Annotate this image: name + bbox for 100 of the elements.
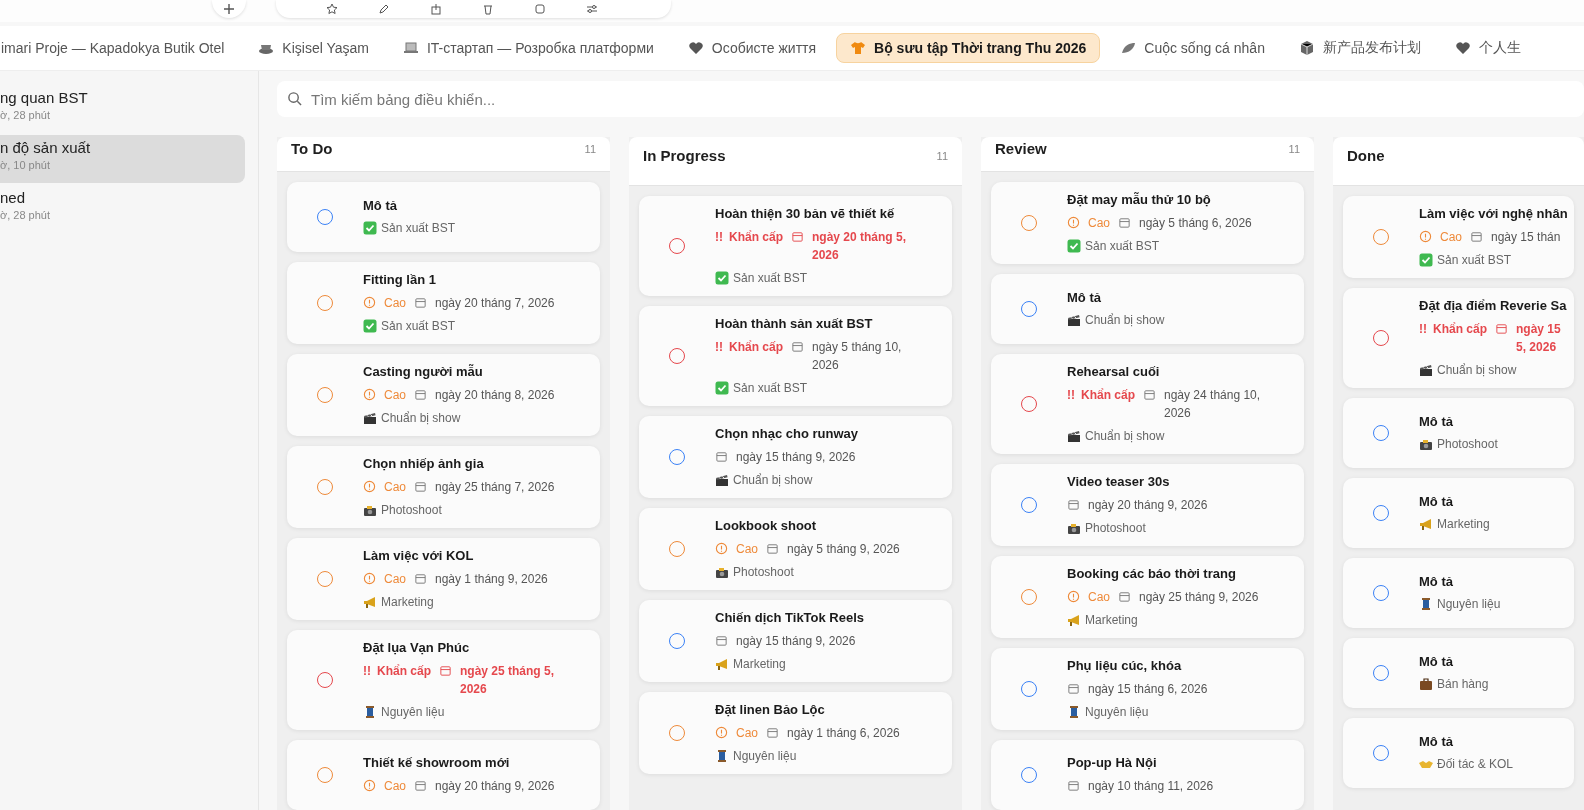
priority-label: Cao [1088, 215, 1110, 232]
task-card[interactable]: Chọn nhạc cho runway ngày 15 tháng 9, 2026 Chuẩn bị show [639, 416, 952, 498]
sliders-icon[interactable] [586, 3, 598, 15]
heart-icon [687, 40, 704, 56]
box-icon [1298, 40, 1315, 56]
column-title: Review [995, 139, 1047, 157]
task-title: Mô tả [1067, 290, 1102, 306]
square-icon[interactable] [534, 3, 546, 15]
priority-icon [363, 572, 376, 585]
check-icon [715, 381, 729, 395]
camera-icon [363, 503, 377, 517]
priority-label: Cao [384, 778, 406, 795]
task-card[interactable]: Mô tả Marketing [1343, 478, 1574, 548]
category-label: Photoshoot [1085, 520, 1146, 536]
task-card[interactable]: Casting người mẫu Cao ngày 20 tháng 8, 2026 Chuẩn bị show [287, 354, 600, 436]
task-card[interactable]: Làm việc với nghệ nhân Cao ngày 15 thán Sản xuất BST [1343, 196, 1574, 278]
due-date: ngày 15 thán [1491, 229, 1561, 246]
task-card[interactable]: Mô tả Bán hàng [1343, 638, 1574, 708]
sidebar-item[interactable]: n độ sản xuất ờ, 10 phút [0, 135, 245, 183]
task-card[interactable]: Mô tả Sản xuất BST [287, 182, 600, 252]
due-date: ngày 20 tháng 7, 2026 [435, 295, 555, 312]
pen-icon[interactable] [378, 3, 390, 15]
priority-label: Khẩn cấp [377, 663, 431, 680]
export-icon[interactable] [430, 3, 442, 15]
task-card[interactable]: Booking các báo thời trang Cao ngày 25 tháng 9, 2026 Marketing [991, 556, 1304, 638]
task-title: Đặt may mẫu thử 10 bộ [1067, 192, 1212, 208]
task-card[interactable]: Lookbook shoot Cao ngày 5 tháng 9, 2026 Photoshoot [639, 508, 952, 590]
calendar-icon [1118, 216, 1131, 229]
category-label: Sản xuất BST [733, 270, 808, 286]
priority-label: Cao [384, 295, 406, 312]
clapperboard-icon [363, 411, 377, 425]
task-card[interactable]: Chiến dịch TikTok Reels ngày 15 tháng 9, 2026 Marketing [639, 600, 952, 682]
task-card[interactable]: Mô tả Nguyên liệu [1343, 558, 1574, 628]
due-date: ngày 24 tháng 10, 2026 [1164, 387, 1262, 422]
tab[interactable]: 新产品发布计划 [1284, 32, 1435, 64]
task-card[interactable]: Mô tả Chuẩn bị show [991, 274, 1304, 344]
task-card[interactable]: Hoàn thiện 30 bản vẽ thiết kế !! Khẩn cấp ngày 20 tháng 5, 2026 Sản xuất BST [639, 196, 952, 296]
task-card[interactable]: Đặt may mẫu thử 10 bộ Cao ngày 5 tháng 6, 2026 Sản xuất BST [991, 182, 1304, 264]
category-label: Nguyên liệu [733, 748, 797, 764]
priority-label: Cao [384, 387, 406, 404]
task-title: Phụ liệu cúc, khóa [1067, 658, 1183, 674]
calendar-icon [766, 542, 779, 555]
clapperboard-icon [1419, 363, 1433, 377]
star-icon[interactable] [326, 3, 338, 15]
check-icon [1419, 253, 1433, 267]
category-label: Photoshoot [1437, 436, 1498, 452]
task-card[interactable]: Hoàn thành sản xuất BST !! Khẩn cấp ngày 5 tháng 10, 2026 Sản xuất BST [639, 306, 952, 406]
briefcase-icon [1419, 677, 1433, 691]
tab[interactable]: Особисте життя [673, 33, 831, 63]
task-card[interactable]: Đặt lụa Vạn Phúc !! Khẩn cấp ngày 25 tháng 5, 2026 Nguyên liệu [287, 630, 600, 730]
spool-icon [363, 705, 377, 719]
sidebar-item[interactable]: ned ờ, 28 phút [0, 185, 245, 233]
due-date: ngày 10 tháng 11, 2026 [1088, 778, 1214, 795]
column-title: Done [1347, 146, 1385, 164]
category-label: Marketing [1085, 612, 1138, 628]
task-title: Fitting lần 1 [363, 272, 437, 288]
category-label: Nguyên liệu [381, 704, 445, 720]
tab[interactable]: Bộ sưu tập Thời trang Thu 2026 [836, 33, 1101, 63]
calendar-icon [439, 664, 452, 677]
tab[interactable]: Cuộc sống cá nhân [1106, 33, 1279, 63]
sidebar-item[interactable]: ng quan BST ờ, 28 phút [0, 85, 245, 133]
task-card[interactable]: Thiết kế showroom mới Cao ngày 20 tháng 9, 2026 [287, 740, 600, 810]
tab[interactable]: Kişisel Yaşam [244, 33, 383, 63]
check-icon [363, 319, 377, 333]
search-field[interactable]: Tìm kiếm bảng điều khiển... [277, 81, 1584, 117]
priority-icon [363, 296, 376, 309]
category-label: Photoshoot [733, 564, 794, 580]
category-label: Sản xuất BST [1085, 238, 1160, 254]
task-card[interactable]: Làm việc với KOL Cao ngày 1 tháng 9, 2026 Marketing [287, 538, 600, 620]
task-card[interactable]: Đặt địa điểm Reverie Sa !! Khẩn cấp ngày 15 5, 2026 Chuẩn bị show [1343, 288, 1574, 388]
clapperboard-icon [715, 473, 729, 487]
task-card[interactable]: Video teaser 30s ngày 20 tháng 9, 2026 Photoshoot [991, 464, 1304, 546]
task-title: Đặt lụa Vạn Phúc [363, 640, 471, 656]
task-card[interactable]: Fitting lần 1 Cao ngày 20 tháng 7, 2026 Sản xuất BST [287, 262, 600, 344]
task-card[interactable]: Mô tả Đối tác & KOL [1343, 718, 1574, 788]
task-card[interactable]: Chọn nhiếp ảnh gia Cao ngày 25 tháng 7, 2026 Photoshoot [287, 446, 600, 528]
task-card[interactable]: Rehearsal cuối !! Khẩn cấp ngày 24 tháng 10, 2026 Chuẩn bị show [991, 354, 1304, 454]
tab[interactable]: imari Proje — Kapadokya Butik Otel [0, 33, 239, 63]
task-card[interactable]: Pop-up Hà Nội ngày 10 tháng 11, 2026 [991, 740, 1304, 810]
calendar-icon [1470, 230, 1483, 243]
task-card[interactable]: Đặt linen Bảo Lộc Cao ngày 1 tháng 6, 2026 Nguyên liệu [639, 692, 952, 774]
due-date: ngày 25 tháng 5, 2026 [460, 663, 556, 698]
column-title: To Do [291, 139, 333, 157]
due-date: ngày 5 tháng 10, 2026 [812, 339, 903, 374]
trash-icon[interactable] [482, 3, 494, 15]
card-count: 11 [936, 150, 948, 162]
tab[interactable]: IT-стартап — Розробка платформи [388, 33, 668, 63]
category-label: Đối tác & KOL [1437, 756, 1514, 772]
category-label: Chuẩn bị show [1437, 362, 1517, 378]
calendar-icon [414, 480, 427, 493]
task-card[interactable]: Phụ liệu cúc, khóa ngày 15 tháng 6, 2026 Nguyên liệu [991, 648, 1304, 730]
due-date: ngày 15 tháng 9, 2026 [736, 633, 856, 650]
category-label: Chuẩn bị show [1085, 312, 1165, 328]
due-date: ngày 20 tháng 8, 2026 [435, 387, 555, 404]
add-button[interactable] [212, 0, 246, 18]
card-count: 11 [1288, 143, 1300, 155]
task-card[interactable]: Mô tả Photoshoot [1343, 398, 1574, 468]
tab[interactable]: 个人生 [1440, 32, 1535, 64]
calendar-icon [414, 779, 427, 792]
category-label: Chuẩn bị show [1085, 428, 1165, 444]
